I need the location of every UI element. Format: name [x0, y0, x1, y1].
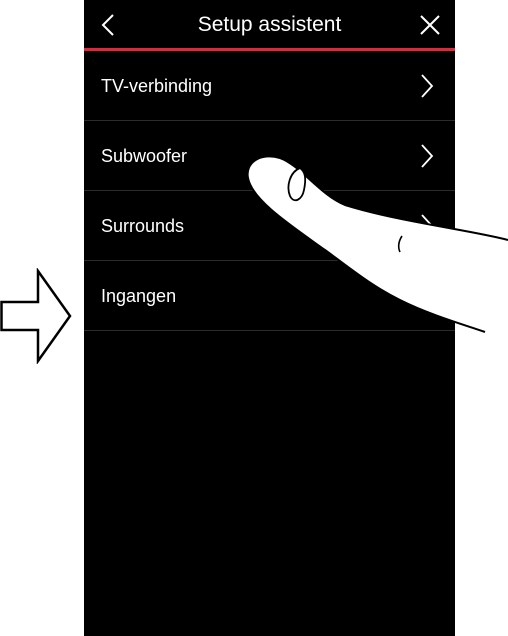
header-bar: Setup assistent: [84, 0, 455, 48]
menu-item-subwoofer[interactable]: Subwoofer: [84, 121, 455, 191]
chevron-right-icon: [421, 214, 434, 238]
menu-item-label: Ingangen: [101, 286, 177, 306]
setup-menu-list: TV-verbinding Subwoofer Surrounds Ingang…: [84, 51, 455, 331]
chevron-right-icon: [421, 74, 434, 98]
menu-item-label: Surrounds: [101, 216, 185, 236]
menu-item-tv-verbinding[interactable]: TV-verbinding: [84, 51, 455, 121]
close-icon[interactable]: [417, 12, 443, 38]
menu-item-ingangen[interactable]: Ingangen: [84, 261, 455, 331]
menu-item-label: TV-verbinding: [101, 76, 213, 96]
menu-item-surrounds[interactable]: Surrounds: [84, 191, 455, 261]
chevron-right-icon: [421, 284, 434, 308]
menu-item-label: Subwoofer: [101, 146, 188, 166]
page-title: Setup assistent: [197, 13, 342, 36]
chevron-right-icon: [421, 144, 434, 168]
instruction-arrow-icon: [0, 268, 72, 364]
phone-screen: Setup assistent TV-verbinding Subwoofer …: [84, 0, 455, 636]
